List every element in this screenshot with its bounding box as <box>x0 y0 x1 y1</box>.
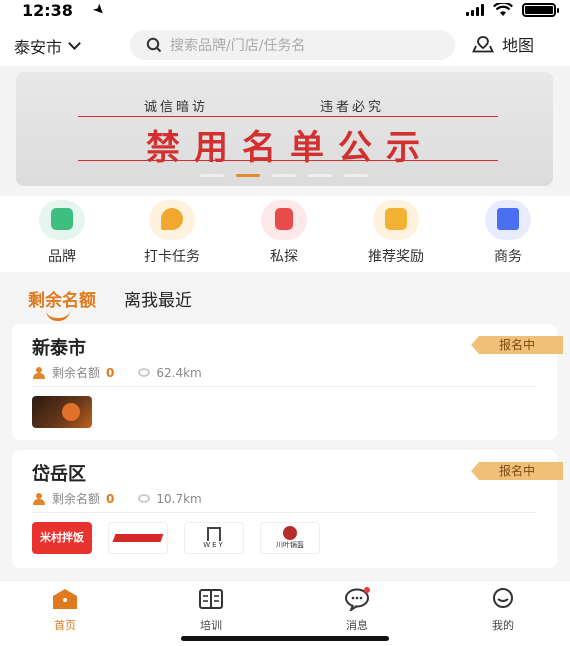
nav-label: 首页 <box>54 619 76 632</box>
card-divider <box>32 386 537 387</box>
brand-logos <box>32 396 92 428</box>
logo-text: 米村拌饭 <box>40 531 84 544</box>
card-divider <box>32 512 537 513</box>
carousel-dot[interactable] <box>272 174 296 177</box>
nav-training[interactable]: 培训 <box>166 587 256 633</box>
sort-tabs: 剩余名额 离我最近 <box>28 286 192 321</box>
banner-subtitle-left: 诚信暗访 <box>144 100 209 115</box>
tab-nearest[interactable]: 离我最近 <box>124 286 192 311</box>
search-input[interactable]: 搜索品牌/门店/任务名 <box>130 30 455 60</box>
category-label: 打卡任务 <box>144 249 200 265</box>
search-icon <box>146 37 162 53</box>
status-badge: 报名中 <box>471 462 563 480</box>
category-label: 商务 <box>494 249 522 265</box>
red-stripe-logo[interactable] <box>108 522 168 554</box>
region-title: 新泰市 <box>32 338 86 359</box>
tab-remaining-quota[interactable]: 剩余名额 <box>28 286 96 321</box>
category-brand[interactable]: 品牌 <box>16 200 108 266</box>
carousel-dot-active[interactable] <box>236 174 260 177</box>
battery-icon <box>522 3 559 17</box>
nav-label: 消息 <box>346 619 368 632</box>
city-selector[interactable]: 泰安市 <box>14 34 81 58</box>
category-checkin-task[interactable]: 打卡任务 <box>126 200 218 266</box>
distance: 62.4km <box>156 365 202 380</box>
person-icon <box>32 366 46 379</box>
status-icons <box>466 3 559 17</box>
map-label: 地图 <box>502 36 535 55</box>
city-label: 泰安市 <box>14 38 63 57</box>
message-icon <box>345 587 370 613</box>
status-bar: 12:38 ➤ <box>0 0 570 24</box>
chuanye-guokui-logo[interactable]: 川叶锅盔 <box>260 522 320 554</box>
profile-icon <box>493 588 513 608</box>
private-visit-icon <box>261 200 307 240</box>
brand-icon <box>39 200 85 240</box>
category-business[interactable]: 商务 <box>462 200 554 266</box>
home-icon <box>53 589 77 609</box>
signal-icon <box>466 4 484 16</box>
nav-profile[interactable]: 我的 <box>458 587 548 633</box>
nav-messages[interactable]: 消息 <box>312 587 402 633</box>
region-card[interactable]: 岱岳区 报名中 剩余名额 0 10.7km 米村拌饭 WEY 川叶锅盔 <box>12 450 563 568</box>
distance: 10.7km <box>156 491 202 506</box>
card-meta: 剩余名额 0 62.4km <box>32 364 202 381</box>
business-icon <box>485 200 531 240</box>
location-icon <box>138 368 151 377</box>
category-referral-reward[interactable]: 推荐奖励 <box>350 200 442 266</box>
status-time: 12:38 <box>22 1 73 20</box>
restaurant-logo[interactable] <box>32 396 92 428</box>
brand-logos: 米村拌饭 WEY 川叶锅盔 <box>32 522 320 554</box>
header: 泰安市 搜索品牌/门店/任务名 地图 <box>0 24 570 66</box>
banner-subtitle-right: 违者必究 <box>320 100 385 115</box>
reward-icon <box>373 200 419 240</box>
category-label: 推荐奖励 <box>368 249 424 265</box>
logo-text: WEY <box>203 541 225 549</box>
task-list-section: 剩余名额 离我最近 新泰市 报名中 剩余名额 0 62.4km 岱岳区 报名中 … <box>0 276 570 580</box>
region-card[interactable]: 新泰市 报名中 剩余名额 0 62.4km <box>12 324 563 440</box>
micun-bibimbap-logo[interactable]: 米村拌饭 <box>32 522 92 554</box>
category-private-visit[interactable]: 私探 <box>238 200 330 266</box>
search-placeholder: 搜索品牌/门店/任务名 <box>170 38 306 54</box>
carousel-dot[interactable] <box>344 174 368 177</box>
banner-divider-top <box>78 116 498 117</box>
map-pin-icon <box>472 36 494 53</box>
carousel-dot[interactable] <box>308 174 332 177</box>
person-icon <box>32 492 46 505</box>
status-badge: 报名中 <box>471 336 563 354</box>
nav-home[interactable]: 首页 <box>20 587 110 633</box>
card-meta: 剩余名额 0 10.7km <box>32 490 202 507</box>
banner-divider-bottom <box>78 160 498 161</box>
remaining-label: 剩余名额 <box>52 366 101 380</box>
checkin-icon <box>149 200 195 240</box>
banner-carousel[interactable]: 诚信暗访 违者必究 禁用名单公示 <box>16 72 553 186</box>
carousel-dot[interactable] <box>200 174 224 177</box>
category-grid: 品牌 打卡任务 私探 推荐奖励 商务 <box>0 196 570 272</box>
chevron-down-icon <box>68 37 81 50</box>
book-icon <box>199 589 223 609</box>
nav-label: 我的 <box>492 619 514 632</box>
location-arrow-icon: ➤ <box>89 0 109 20</box>
carousel-dots <box>200 174 368 177</box>
category-label: 品牌 <box>48 249 76 265</box>
logo-text: 川叶锅盔 <box>276 541 304 549</box>
remaining-label: 剩余名额 <box>52 492 101 506</box>
location-icon <box>138 494 151 503</box>
home-indicator <box>181 636 389 641</box>
category-label: 私探 <box>270 249 298 265</box>
remaining-count: 0 <box>106 491 115 506</box>
map-button[interactable]: 地图 <box>472 32 534 56</box>
wifi-icon <box>493 3 513 16</box>
banner-title: 禁用名单公示 <box>146 128 434 168</box>
region-title: 岱岳区 <box>32 464 86 485</box>
remaining-count: 0 <box>106 365 115 380</box>
wey-logo[interactable]: WEY <box>184 522 244 554</box>
unread-dot <box>364 587 370 593</box>
nav-label: 培训 <box>200 619 222 632</box>
